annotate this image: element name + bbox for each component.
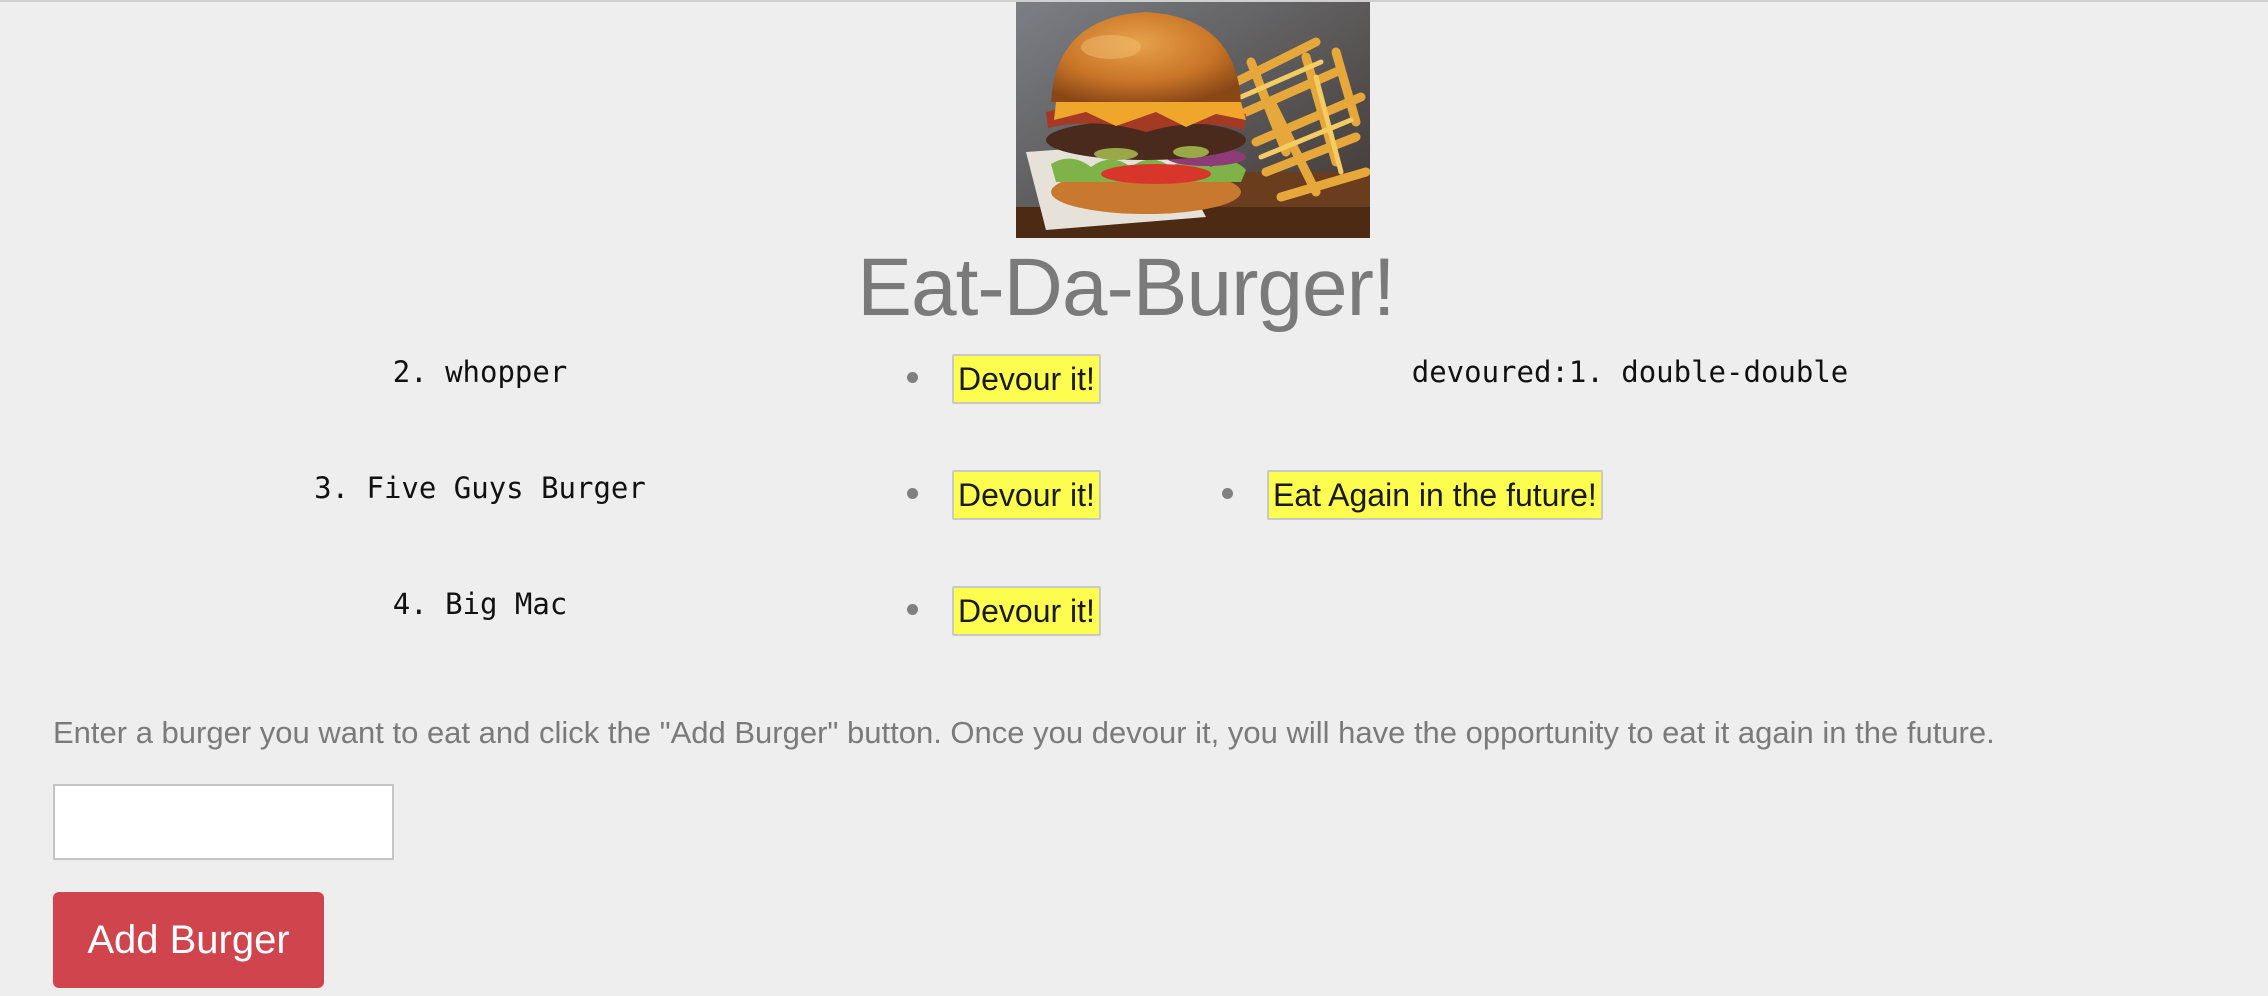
add-burger-button[interactable]: Add Burger	[53, 892, 324, 988]
burger-name-input[interactable]	[53, 784, 394, 860]
burger-name-big-mac: 4. Big Mac	[392, 587, 568, 621]
list-bullet	[907, 604, 918, 615]
devoured-burger-label: devoured:1. double-double	[1411, 355, 1849, 389]
eat-again-button[interactable]: Eat Again in the future!	[1267, 470, 1603, 520]
list-bullet	[1222, 488, 1233, 499]
burger-image-graphic	[1016, 2, 1370, 238]
page-title: Eat-Da-Burger!	[0, 240, 2268, 336]
burger-name-whopper: 2. whopper	[392, 355, 568, 389]
devour-button-five-guys[interactable]: Devour it!	[952, 470, 1101, 520]
list-bullet	[907, 372, 918, 383]
list-bullet	[907, 488, 918, 499]
burger-image	[1016, 2, 1370, 238]
devour-button-whopper[interactable]: Devour it!	[952, 354, 1101, 404]
burger-name-five-guys: 3. Five Guys Burger	[314, 471, 646, 505]
devour-button-big-mac[interactable]: Devour it!	[952, 586, 1101, 636]
page-title-text: Eat-Da-Burger!	[857, 242, 1395, 333]
instructions-text: Enter a burger you want to eat and click…	[53, 715, 1995, 750]
